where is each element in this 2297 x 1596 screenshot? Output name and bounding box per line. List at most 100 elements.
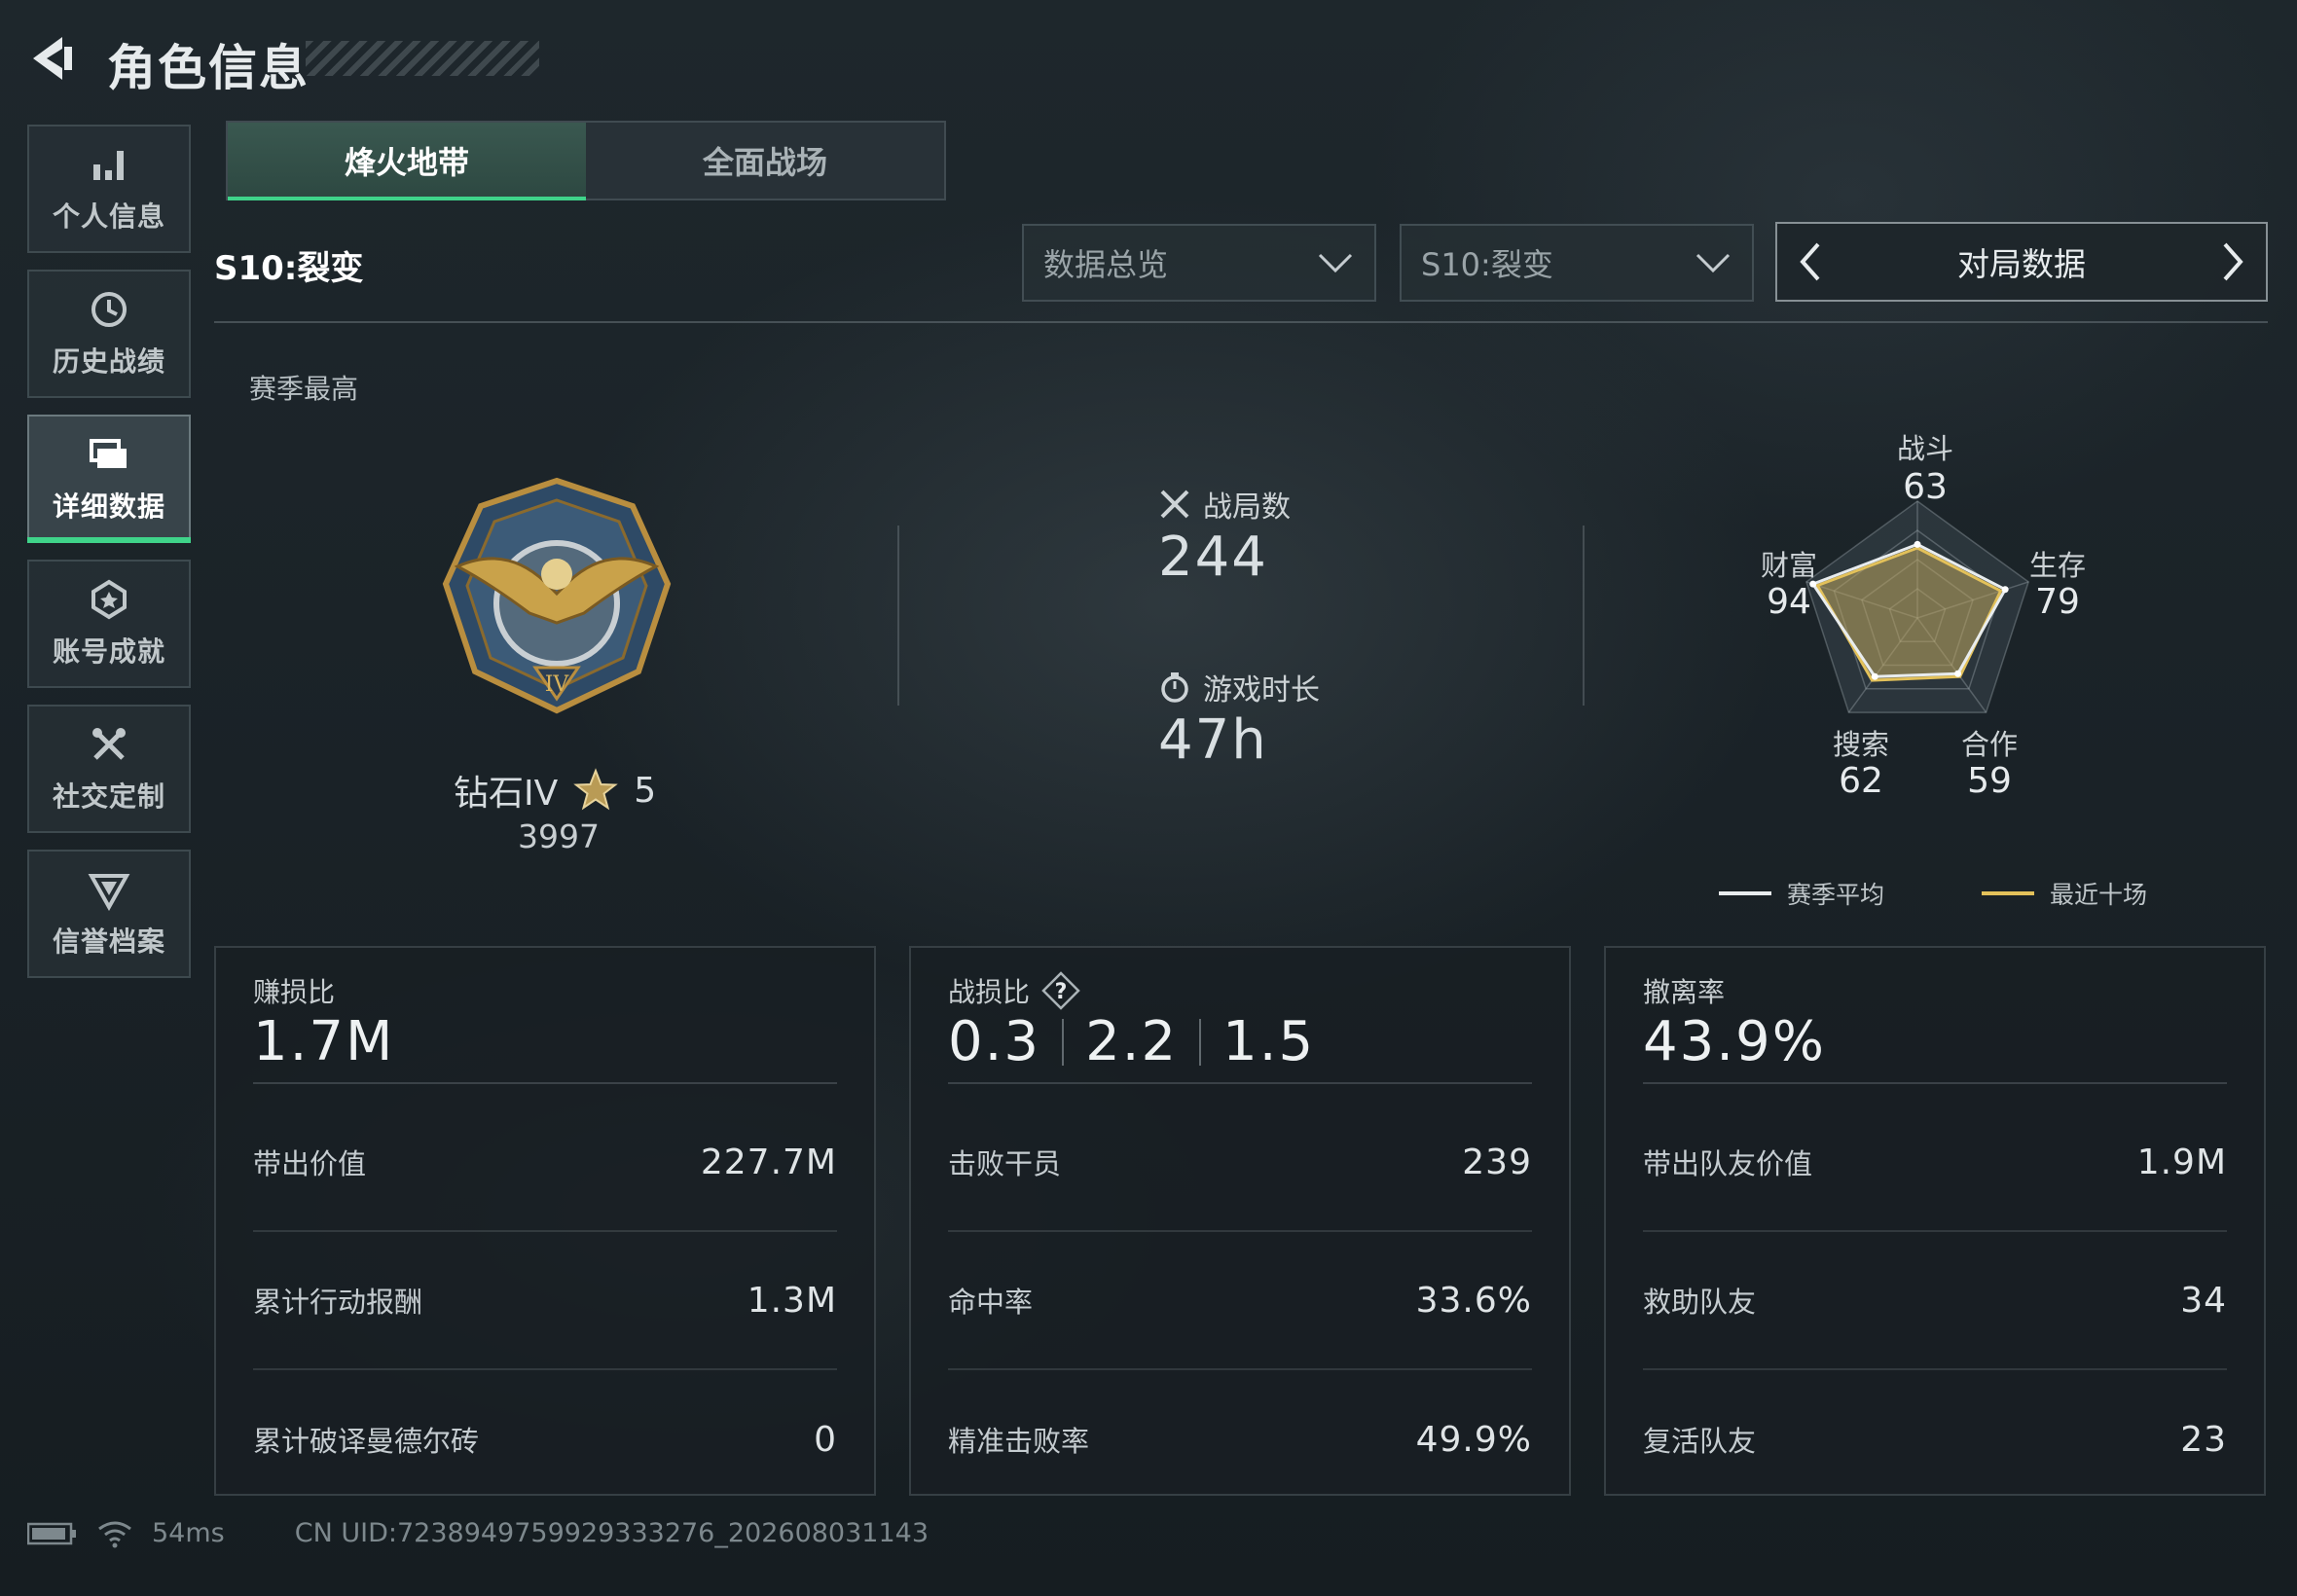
radar-point xyxy=(1914,540,1921,548)
radar-label-search: 搜索 xyxy=(1832,728,1889,761)
stat-value: 1.9M xyxy=(2136,1142,2227,1182)
rank-score: 3997 xyxy=(518,817,600,855)
stat-label: 精准击败率 xyxy=(948,1425,1090,1458)
stat-label: 累计破译曼德尔砖 xyxy=(253,1425,480,1458)
svg-text:?: ? xyxy=(1055,980,1068,1004)
radar-point xyxy=(2001,586,2009,594)
page-title: 角色信息 xyxy=(107,40,310,96)
stat-row: 带出队友价值 1.9M xyxy=(1643,1094,2227,1232)
divider xyxy=(1583,526,1585,706)
chevron-down-icon xyxy=(1695,253,1731,273)
sidebar-item-label: 信誉档案 xyxy=(52,925,165,958)
legend-line-gold xyxy=(1982,891,2035,895)
card-caption: 赚损比 xyxy=(253,976,336,1008)
stat-row: 累计破译曼德尔砖 0 xyxy=(253,1370,837,1508)
legend-season-avg: 赛季平均 xyxy=(1719,876,1884,911)
stat-row: 救助队友 34 xyxy=(1643,1232,2227,1370)
tab-full-battlefield[interactable]: 全面战场 xyxy=(586,123,944,199)
playtime-stat: 游戏时长 47h xyxy=(1158,666,1320,772)
divider xyxy=(948,1082,1532,1084)
stat-row: 精准击败率 49.9% xyxy=(948,1370,1532,1508)
sidebar-item-achievements[interactable]: 账号成就 xyxy=(27,560,191,688)
divider xyxy=(253,1082,837,1084)
sidebar-item-label: 历史战绩 xyxy=(52,345,165,378)
stat-value: 34 xyxy=(2180,1280,2227,1321)
matches-value: 244 xyxy=(1158,526,1268,589)
sidebar-item-label: 社交定制 xyxy=(52,780,165,813)
stat-label: 带出价值 xyxy=(253,1147,367,1180)
title-decoration xyxy=(306,41,539,76)
stat-label: 命中率 xyxy=(948,1286,1034,1319)
history-icon xyxy=(91,292,127,327)
card-main-value: 0.3 2.2 1.5 xyxy=(948,1010,1316,1073)
stat-row: 带出价值 227.7M xyxy=(253,1094,837,1232)
divider xyxy=(1643,1082,2227,1084)
radar-label-combat: 战斗 xyxy=(1896,432,1953,465)
status-bar: 54ms CN UID:7238949759929333276_20260803… xyxy=(27,1518,929,1548)
sidebar-item-history[interactable]: 历史战绩 xyxy=(27,270,191,398)
svg-text:IV: IV xyxy=(545,672,570,697)
legend-recent-ten: 最近十场 xyxy=(1982,876,2147,911)
stat-value: 0 xyxy=(814,1419,837,1460)
card-main-value: 1.7M xyxy=(253,1010,395,1073)
stopwatch-icon xyxy=(1161,672,1188,703)
stat-label: 累计行动报酬 xyxy=(253,1286,423,1319)
ping-value: 54ms xyxy=(152,1518,225,1548)
radar-legend: 赛季平均 最近十场 xyxy=(1719,876,2147,911)
sidebar-item-social[interactable]: 社交定制 xyxy=(27,705,191,833)
back-arrow-icon[interactable] xyxy=(23,31,78,86)
chevron-down-icon xyxy=(1318,253,1353,273)
sidebar-item-label: 个人信息 xyxy=(52,200,165,233)
star-icon xyxy=(573,768,619,811)
stat-label: 救助队友 xyxy=(1643,1286,1757,1319)
data-type-value: 对局数据 xyxy=(1957,245,2086,283)
data-type-selector: 对局数据 xyxy=(1775,222,2268,302)
diamond-rank-badge: IV xyxy=(442,477,672,714)
stat-value: 239 xyxy=(1462,1142,1532,1182)
stat-value: 227.7M xyxy=(700,1142,837,1182)
radar-value-wealth: 94 xyxy=(1767,582,1811,622)
playtime-value: 47h xyxy=(1158,708,1268,772)
radar-point xyxy=(1954,670,1962,677)
stat-value: 1.3M xyxy=(747,1280,837,1321)
legend-line-white xyxy=(1719,891,1771,895)
kd-ratio-card: 战损比 ? 0.3 2.2 1.5 击败干员 239 命中率 33.6% 精准击… xyxy=(909,946,1571,1496)
help-icon[interactable]: ? xyxy=(1041,971,1080,1010)
mode-tabs: 烽火地带 全面战场 xyxy=(226,121,946,200)
radar-label-survival: 生存 xyxy=(2028,549,2086,582)
stat-row: 命中率 33.6% xyxy=(948,1232,1532,1370)
rank-star-count: 5 xyxy=(634,770,657,811)
bar-chart-icon xyxy=(93,151,124,180)
season-label: S10:裂变 xyxy=(214,249,364,288)
sidebar-item-label: 详细数据 xyxy=(52,490,165,523)
category-dropdown[interactable]: 数据总览 xyxy=(1022,224,1376,302)
sidebar-item-personal-info[interactable]: 个人信息 xyxy=(27,125,191,253)
sidebar-item-detailed-data[interactable]: 详细数据 xyxy=(27,415,191,543)
achievement-icon xyxy=(91,579,127,620)
battery-icon xyxy=(27,1522,76,1544)
stat-label: 复活队友 xyxy=(1643,1425,1757,1458)
legend-label: 最近十场 xyxy=(2050,881,2148,909)
rank-name: 钻石IV xyxy=(454,774,559,814)
profit-loss-card: 赚损比 1.7M 带出价值 227.7M 累计行动报酬 1.3M 累计破译曼德尔… xyxy=(214,946,876,1496)
chevron-right-icon[interactable] xyxy=(2213,238,2252,285)
tab-firezone[interactable]: 烽火地带 xyxy=(228,123,586,200)
radar-label-wealth: 财富 xyxy=(1760,549,1817,582)
stat-value: 33.6% xyxy=(1415,1280,1532,1321)
category-dropdown-value: 数据总览 xyxy=(1043,246,1169,283)
matches-stat: 战局数 244 xyxy=(1158,483,1291,589)
ability-radar-chart: 战斗 63 生存 79 合作 59 搜索 62 财富 94 xyxy=(1732,418,2141,827)
stat-row: 复活队友 23 xyxy=(1643,1370,2227,1508)
stat-value: 23 xyxy=(2180,1419,2227,1460)
matches-label: 战局数 xyxy=(1203,490,1291,525)
card-caption: 撤离率 xyxy=(1643,976,1726,1008)
playtime-label: 游戏时长 xyxy=(1203,673,1320,707)
stat-row: 击败干员 239 xyxy=(948,1094,1532,1232)
folder-icon xyxy=(90,439,127,468)
radar-label-cooperation: 合作 xyxy=(1960,728,2018,761)
chevron-left-icon[interactable] xyxy=(1791,238,1830,285)
radar-value-search: 62 xyxy=(1839,761,1883,801)
season-dropdown[interactable]: S10:裂变 xyxy=(1400,224,1754,302)
header: 角色信息 xyxy=(23,25,549,96)
sidebar-item-reputation[interactable]: 信誉档案 xyxy=(27,850,191,978)
